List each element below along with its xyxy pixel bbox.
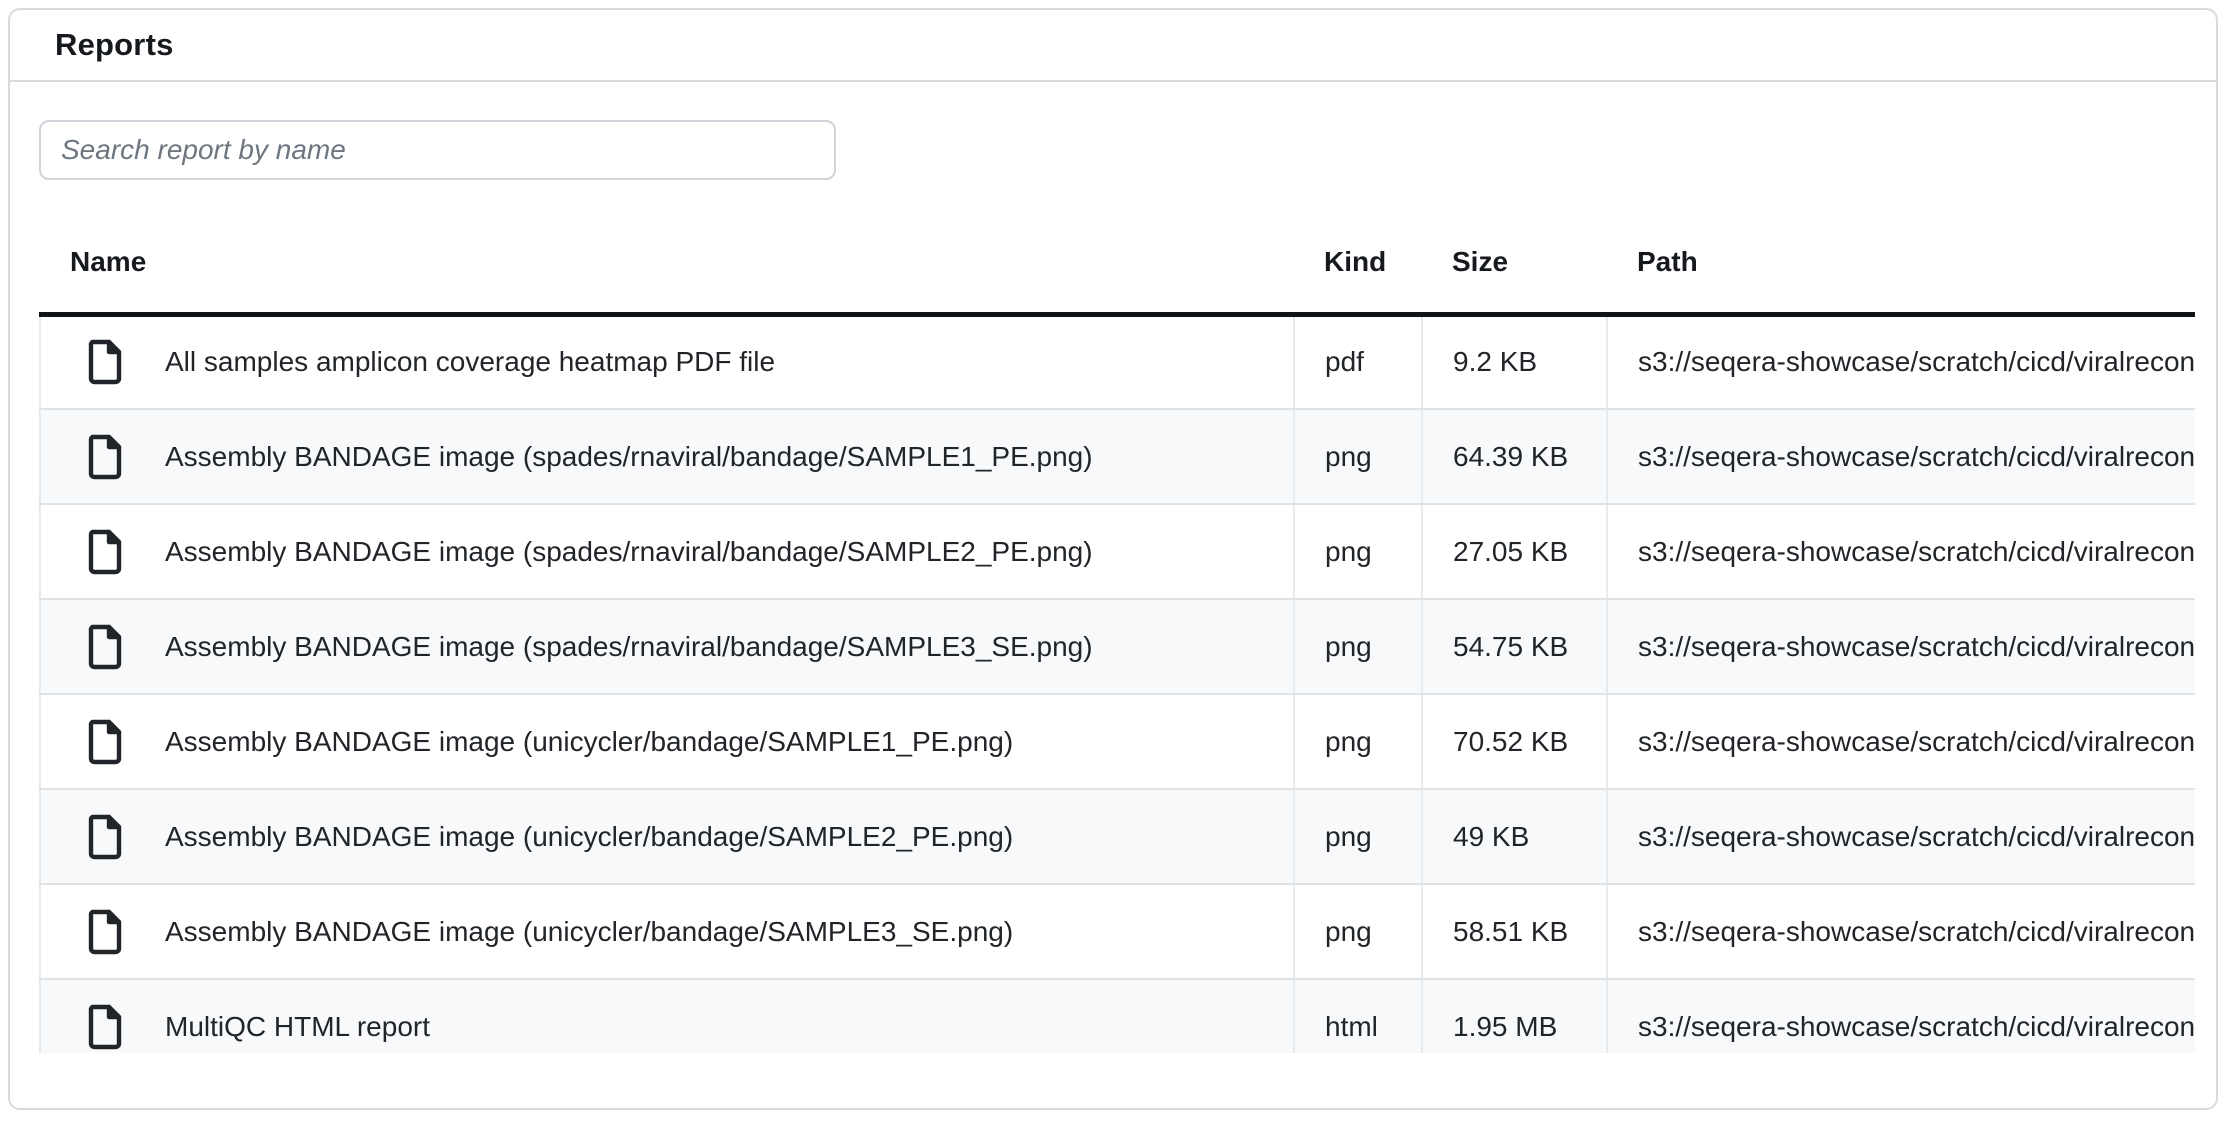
- column-header-kind: Kind: [1294, 218, 1422, 314]
- report-size: 49 KB: [1422, 789, 1607, 884]
- report-kind: png: [1294, 599, 1422, 694]
- file-icon: [85, 813, 125, 861]
- file-icon: [85, 718, 125, 766]
- report-name: MultiQC HTML report: [165, 1011, 430, 1043]
- table-row[interactable]: Assembly BANDAGE image (spades/rnaviral/…: [40, 409, 2195, 504]
- table-row[interactable]: Assembly BANDAGE image (unicycler/bandag…: [40, 694, 2195, 789]
- file-icon: [85, 623, 125, 671]
- report-path: s3://seqera-showcase/scratch/cicd/viralr…: [1607, 599, 2195, 694]
- report-kind: pdf: [1294, 314, 1422, 409]
- table-row[interactable]: MultiQC HTML report html 1.95 MB s3://se…: [40, 979, 2195, 1053]
- card-body: Name Kind Size Path All samples amplicon…: [10, 82, 2216, 1053]
- report-name: Assembly BANDAGE image (spades/rnaviral/…: [165, 441, 1093, 473]
- column-header-path: Path: [1607, 218, 2195, 314]
- report-path: s3://seqera-showcase/scratch/cicd/viralr…: [1607, 314, 2195, 409]
- report-path: s3://seqera-showcase/scratch/cicd/viralr…: [1607, 409, 2195, 504]
- report-size: 9.2 KB: [1422, 314, 1607, 409]
- report-kind: png: [1294, 789, 1422, 884]
- file-icon: [85, 1003, 125, 1051]
- report-size: 27.05 KB: [1422, 504, 1607, 599]
- table-row[interactable]: Assembly BANDAGE image (spades/rnaviral/…: [40, 599, 2195, 694]
- table-row[interactable]: All samples amplicon coverage heatmap PD…: [40, 314, 2195, 409]
- file-icon: [85, 433, 125, 481]
- column-header-size: Size: [1422, 218, 1607, 314]
- table-row[interactable]: Assembly BANDAGE image (unicycler/bandag…: [40, 789, 2195, 884]
- table-header-row: Name Kind Size Path: [40, 218, 2195, 314]
- report-kind: png: [1294, 694, 1422, 789]
- report-size: 54.75 KB: [1422, 599, 1607, 694]
- report-kind: png: [1294, 409, 1422, 504]
- report-path: s3://seqera-showcase/scratch/cicd/viralr…: [1607, 979, 2195, 1053]
- report-path: s3://seqera-showcase/scratch/cicd/viralr…: [1607, 504, 2195, 599]
- table-row[interactable]: Assembly BANDAGE image (unicycler/bandag…: [40, 884, 2195, 979]
- column-header-name: Name: [40, 218, 1294, 314]
- report-name: Assembly BANDAGE image (spades/rnaviral/…: [165, 631, 1093, 663]
- report-name: All samples amplicon coverage heatmap PD…: [165, 346, 775, 378]
- file-icon: [85, 908, 125, 956]
- report-path: s3://seqera-showcase/scratch/cicd/viralr…: [1607, 694, 2195, 789]
- report-kind: html: [1294, 979, 1422, 1053]
- report-size: 64.39 KB: [1422, 409, 1607, 504]
- reports-card: Reports Name Kind Size Path: [8, 8, 2218, 1110]
- report-name: Assembly BANDAGE image (unicycler/bandag…: [165, 726, 1013, 758]
- page-title: Reports: [55, 27, 174, 63]
- search-report-input[interactable]: [39, 120, 836, 180]
- table-row[interactable]: Assembly BANDAGE image (spades/rnaviral/…: [40, 504, 2195, 599]
- report-kind: png: [1294, 884, 1422, 979]
- report-size: 1.95 MB: [1422, 979, 1607, 1053]
- report-name: Assembly BANDAGE image (unicycler/bandag…: [165, 821, 1013, 853]
- report-path: s3://seqera-showcase/scratch/cicd/viralr…: [1607, 884, 2195, 979]
- file-icon: [85, 338, 125, 386]
- card-header: Reports: [10, 10, 2216, 82]
- report-name: Assembly BANDAGE image (spades/rnaviral/…: [165, 536, 1093, 568]
- report-kind: png: [1294, 504, 1422, 599]
- report-size: 70.52 KB: [1422, 694, 1607, 789]
- report-size: 58.51 KB: [1422, 884, 1607, 979]
- file-icon: [85, 528, 125, 576]
- report-path: s3://seqera-showcase/scratch/cicd/viralr…: [1607, 789, 2195, 884]
- report-name: Assembly BANDAGE image (unicycler/bandag…: [165, 916, 1013, 948]
- reports-table-container: Name Kind Size Path All samples amplicon…: [39, 218, 2195, 1053]
- reports-table: Name Kind Size Path All samples amplicon…: [39, 218, 2195, 1053]
